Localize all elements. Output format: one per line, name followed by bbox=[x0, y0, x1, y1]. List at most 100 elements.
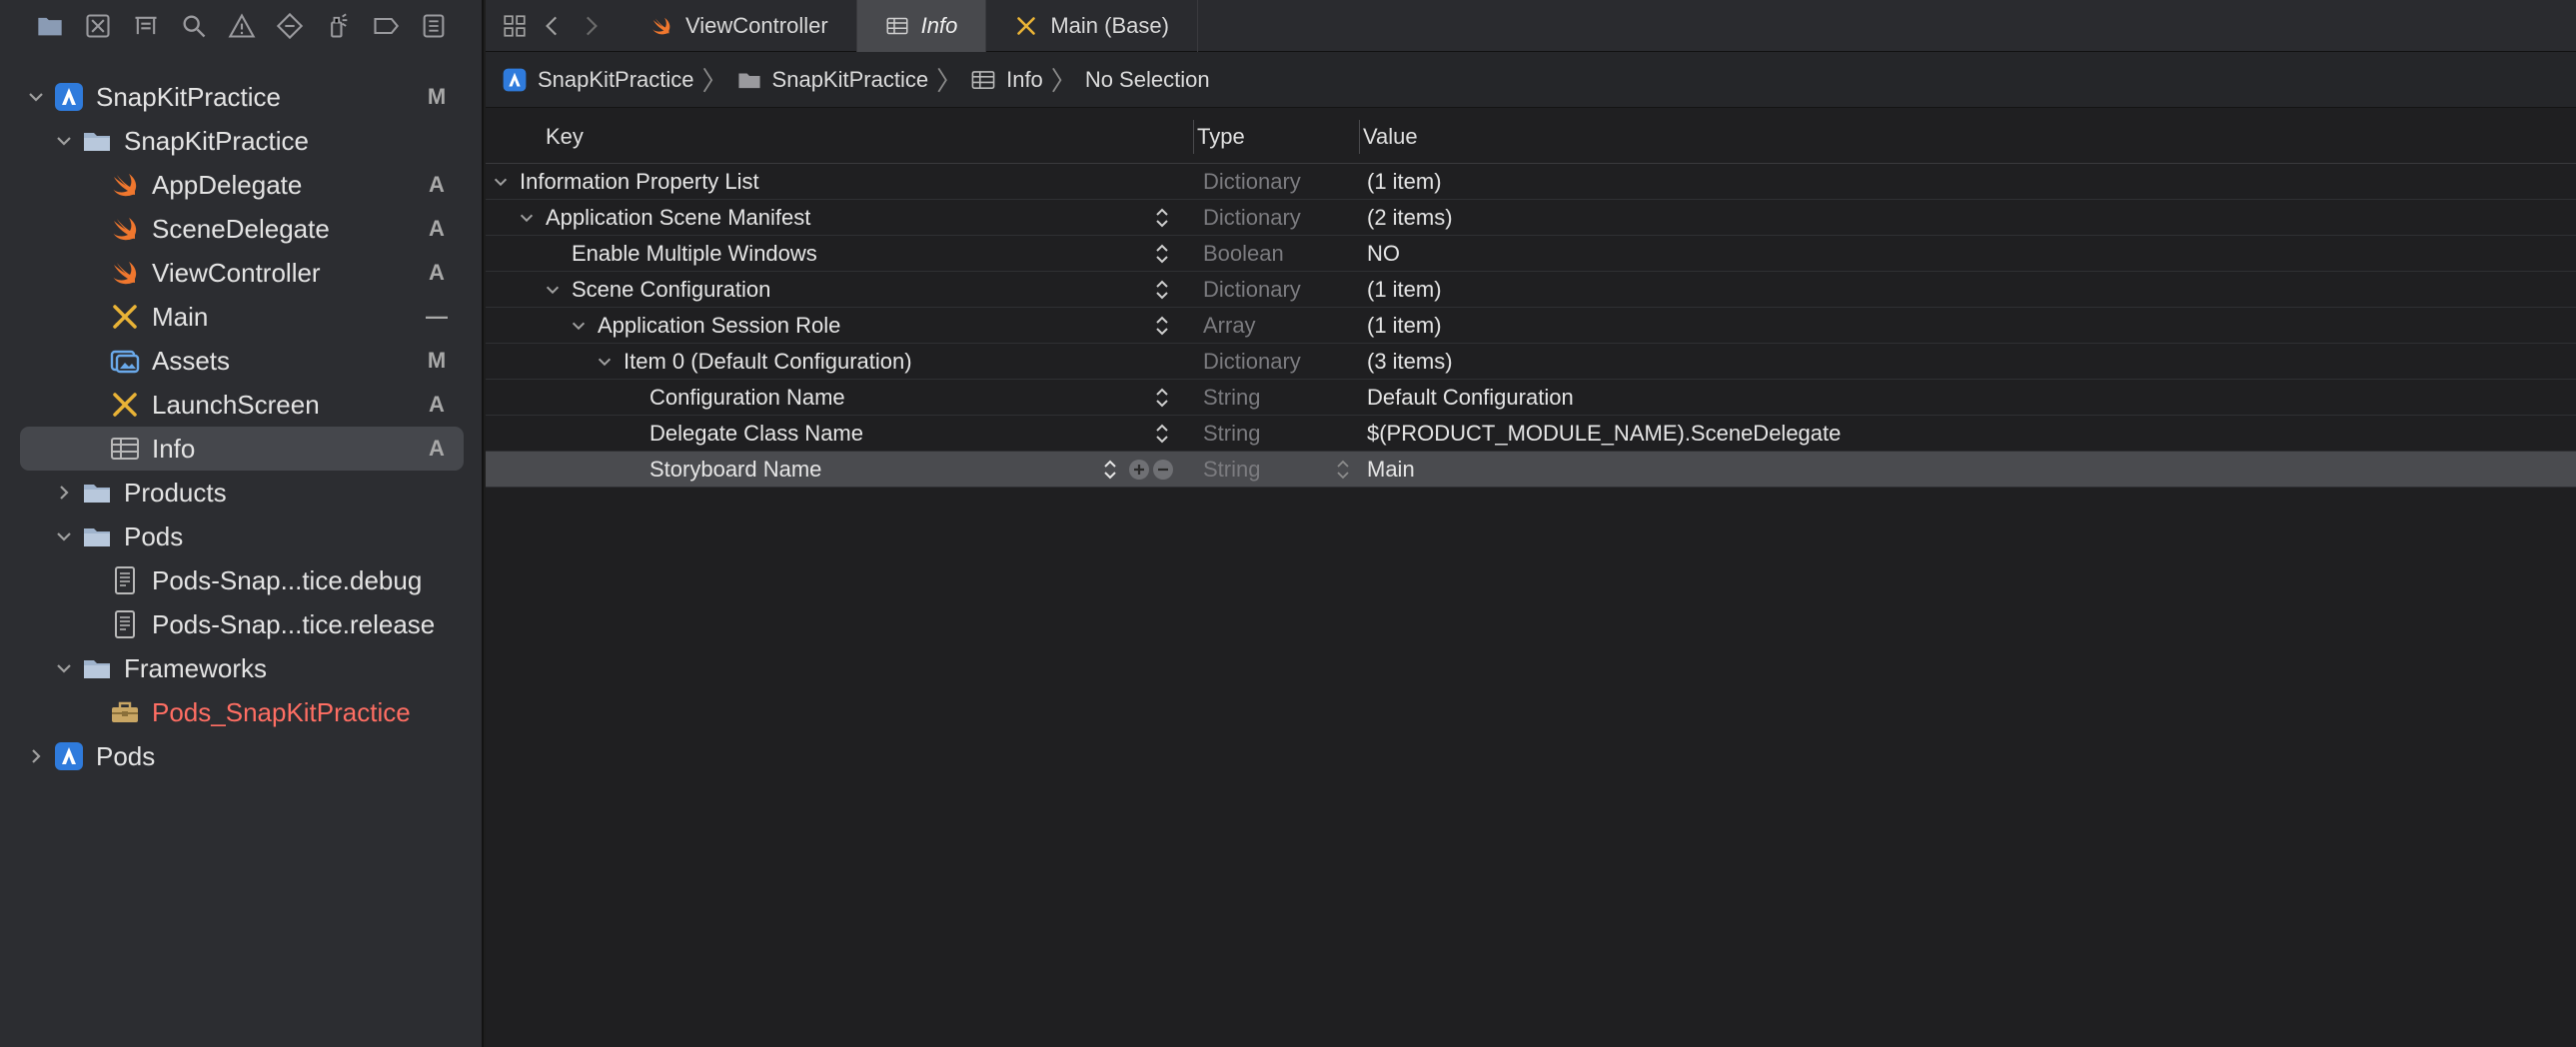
key-stepper-icon[interactable] bbox=[1153, 416, 1171, 452]
tree-item-file[interactable]: Assets M bbox=[0, 339, 484, 383]
issue-warning-icon[interactable] bbox=[226, 10, 258, 42]
key-stepper-icon[interactable] bbox=[1153, 200, 1171, 236]
plist-value[interactable]: (2 items) bbox=[1367, 200, 1453, 236]
plist-row[interactable]: Application Session Role Array (1 item) bbox=[486, 308, 2576, 344]
chevron-down-icon[interactable] bbox=[52, 524, 76, 548]
chevron-down-icon[interactable] bbox=[24, 85, 48, 109]
tree-item-label: Pods bbox=[96, 740, 156, 771]
report-icon[interactable] bbox=[418, 10, 450, 42]
plist-row[interactable]: Enable Multiple Windows Boolean NO bbox=[486, 236, 2576, 272]
test-diamond-icon[interactable] bbox=[274, 10, 306, 42]
tree-item-group[interactable]: Frameworks bbox=[0, 646, 484, 690]
column-header-type[interactable]: Type bbox=[1197, 124, 1245, 150]
plist-type[interactable]: Dictionary bbox=[1203, 200, 1301, 236]
plist-row[interactable]: Item 0 (Default Configuration) Dictionar… bbox=[486, 344, 2576, 380]
add-row-plus-icon[interactable] bbox=[1129, 460, 1149, 480]
tree-item-group[interactable]: SnapKitPractice bbox=[0, 119, 484, 163]
breadcrumb-file[interactable]: Info bbox=[970, 67, 1043, 93]
column-divider[interactable] bbox=[1193, 119, 1194, 154]
plist-value[interactable]: Main bbox=[1367, 452, 1415, 488]
chevron-down-icon[interactable] bbox=[596, 344, 614, 380]
chevron-down-icon[interactable] bbox=[52, 129, 76, 153]
plist-type[interactable]: Boolean bbox=[1203, 236, 1284, 272]
search-icon[interactable] bbox=[178, 10, 210, 42]
symbol-navigator-icon[interactable] bbox=[130, 10, 162, 42]
tree-item-label: Products bbox=[124, 477, 227, 508]
folder-icon bbox=[737, 73, 760, 88]
plist-row[interactable]: Delegate Class Name String $(PRODUCT_MOD… bbox=[486, 416, 2576, 452]
tree-item-file[interactable]: LaunchScreen A bbox=[0, 383, 484, 427]
tree-item-group[interactable]: Products bbox=[0, 471, 484, 515]
tree-item-group[interactable]: Pods bbox=[0, 515, 484, 558]
breakpoint-icon[interactable] bbox=[370, 10, 402, 42]
tree-item-file[interactable]: SceneDelegate A bbox=[0, 207, 484, 251]
scm-status-badge: — bbox=[426, 304, 448, 329]
plist-type[interactable]: Array bbox=[1203, 308, 1256, 344]
plist-row[interactable]: Configuration Name String Default Config… bbox=[486, 380, 2576, 416]
tree-item-project[interactable]: SnapKitPractice M bbox=[0, 75, 484, 119]
tab-main-base[interactable]: Main (Base) bbox=[986, 0, 1198, 52]
plist-row[interactable]: Information Property List Dictionary (1 … bbox=[486, 164, 2576, 200]
tree-item-file[interactable]: Pods-Snap...tice.release bbox=[0, 602, 484, 646]
plist-value[interactable]: (1 item) bbox=[1367, 308, 1442, 344]
column-header-key[interactable]: Key bbox=[546, 124, 584, 150]
plist-type[interactable]: Dictionary bbox=[1203, 164, 1301, 200]
tree-item-file[interactable]: Pods-Snap...tice.debug bbox=[0, 558, 484, 602]
chevron-down-icon[interactable] bbox=[544, 272, 562, 308]
key-stepper-icon[interactable] bbox=[1153, 272, 1171, 308]
plist-value[interactable]: (1 item) bbox=[1367, 164, 1442, 200]
chevron-down-icon[interactable] bbox=[492, 164, 510, 200]
breadcrumb-group[interactable]: SnapKitPractice bbox=[736, 67, 928, 93]
column-header-value[interactable]: Value bbox=[1363, 124, 1418, 150]
tree-item-file[interactable]: ViewController A bbox=[0, 251, 484, 295]
remove-row-minus-icon[interactable] bbox=[1153, 460, 1173, 480]
key-stepper-icon[interactable] bbox=[1153, 380, 1171, 416]
tree-item-file-selected[interactable]: Info A bbox=[0, 427, 484, 471]
debug-spray-icon[interactable] bbox=[322, 10, 354, 42]
tree-item-file[interactable]: AppDelegate A bbox=[0, 163, 484, 207]
plist-row[interactable]: Application Scene Manifest Dictionary (2… bbox=[486, 200, 2576, 236]
folder-icon[interactable] bbox=[34, 10, 66, 42]
plist-type[interactable]: Dictionary bbox=[1203, 272, 1301, 308]
plist-row[interactable]: Scene Configuration Dictionary (1 item) bbox=[486, 272, 2576, 308]
forward-chevron-icon[interactable] bbox=[572, 0, 610, 52]
tree-item-label: SnapKitPractice bbox=[96, 81, 281, 112]
chevron-down-icon[interactable] bbox=[570, 308, 588, 344]
chevron-down-icon[interactable] bbox=[52, 656, 76, 680]
key-stepper-icon[interactable] bbox=[1153, 236, 1171, 272]
plist-type[interactable]: String bbox=[1203, 416, 1260, 452]
tree-item-project[interactable]: Pods bbox=[0, 734, 484, 778]
tab-viewcontroller[interactable]: ViewController bbox=[622, 0, 857, 52]
storyboard-icon bbox=[1017, 16, 1036, 35]
scm-status-badge: A bbox=[429, 392, 445, 417]
plist-type[interactable]: String bbox=[1203, 380, 1260, 416]
tab-bar: ViewController Info Main (Base) bbox=[486, 0, 2576, 52]
type-stepper-icon[interactable] bbox=[1335, 452, 1351, 488]
column-divider[interactable] bbox=[1359, 119, 1360, 154]
plist-value[interactable]: (3 items) bbox=[1367, 344, 1453, 380]
plist-value[interactable]: Default Configuration bbox=[1367, 380, 1574, 416]
tree-item-label: SceneDelegate bbox=[152, 213, 330, 244]
chevron-down-icon[interactable] bbox=[518, 200, 536, 236]
plist-value[interactable]: NO bbox=[1367, 236, 1400, 272]
back-chevron-icon[interactable] bbox=[534, 0, 572, 52]
chevron-right-icon[interactable] bbox=[52, 481, 76, 505]
plist-row-selected[interactable]: Storyboard Name String Main bbox=[486, 452, 2576, 488]
tree-item-file[interactable]: Main — bbox=[0, 295, 484, 339]
plist-value[interactable]: (1 item) bbox=[1367, 272, 1442, 308]
key-stepper-icon[interactable] bbox=[1153, 308, 1171, 344]
folder-icon bbox=[80, 476, 114, 510]
key-stepper-icon[interactable] bbox=[1101, 452, 1119, 488]
plist-value[interactable]: $(PRODUCT_MODULE_NAME).SceneDelegate bbox=[1367, 416, 1841, 452]
tab-label: Main (Base) bbox=[1050, 12, 1169, 38]
breadcrumb-selection[interactable]: No Selection bbox=[1085, 67, 1210, 93]
related-items-grid-icon[interactable] bbox=[496, 0, 534, 52]
breadcrumb-project[interactable]: SnapKitPractice bbox=[502, 67, 694, 93]
chevron-right-icon[interactable] bbox=[24, 744, 48, 768]
breadcrumb-label: No Selection bbox=[1084, 66, 1210, 92]
tree-item-framework[interactable]: Pods_SnapKitPractice bbox=[0, 690, 484, 734]
source-control-icon[interactable] bbox=[82, 10, 114, 42]
plist-type[interactable]: Dictionary bbox=[1203, 344, 1301, 380]
plist-type[interactable]: String bbox=[1203, 452, 1260, 488]
tab-info[interactable]: Info bbox=[856, 0, 987, 52]
